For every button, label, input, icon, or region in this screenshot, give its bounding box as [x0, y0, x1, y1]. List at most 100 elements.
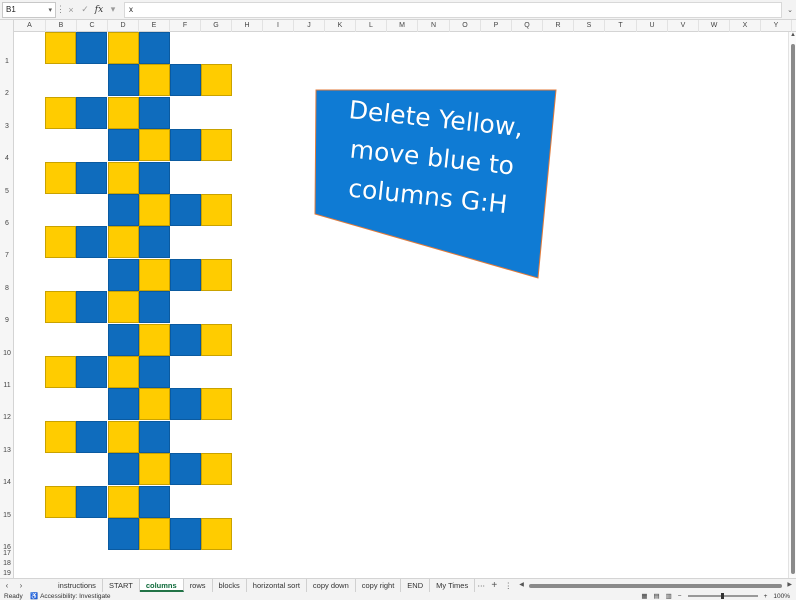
column-label[interactable]: S [574, 20, 605, 32]
blue-cell[interactable] [108, 324, 139, 356]
yellow-cell[interactable] [201, 518, 232, 550]
blue-cell[interactable] [108, 453, 139, 485]
row-label[interactable]: 15 [0, 512, 14, 519]
blue-cell[interactable] [139, 226, 170, 258]
yellow-cell[interactable] [108, 291, 139, 323]
column-label[interactable]: C [77, 20, 108, 32]
zoom-out-icon[interactable]: − [678, 593, 682, 600]
text-shape[interactable]: Delete Yellow, move blue to columns G:H [314, 89, 558, 279]
column-label[interactable]: G [201, 20, 232, 32]
column-label[interactable]: X [730, 20, 761, 32]
sheet-tab[interactable]: blocks [213, 579, 247, 592]
column-label[interactable]: B [46, 20, 77, 32]
blue-cell[interactable] [76, 162, 107, 194]
vertical-scrollbar[interactable]: ▲ [788, 32, 796, 578]
row-label[interactable]: 2 [0, 90, 14, 97]
blue-cell[interactable] [139, 421, 170, 453]
blue-cell[interactable] [139, 162, 170, 194]
blue-cell[interactable] [170, 324, 201, 356]
yellow-cell[interactable] [45, 421, 76, 453]
yellow-cell[interactable] [139, 259, 170, 291]
sheet-tab[interactable]: END [401, 579, 431, 592]
column-label[interactable]: T [605, 20, 637, 32]
zoom-in-icon[interactable]: + [764, 593, 768, 600]
row-label[interactable]: 10 [0, 350, 14, 357]
column-label[interactable]: U [637, 20, 668, 32]
yellow-cell[interactable] [108, 421, 139, 453]
worksheet-grid[interactable]: Delete Yellow, move blue to columns G:H [14, 32, 788, 578]
blue-cell[interactable] [170, 388, 201, 420]
blue-cell[interactable] [170, 64, 201, 96]
column-label[interactable]: H [232, 20, 263, 32]
row-label[interactable]: 14 [0, 479, 14, 486]
normal-view-icon[interactable]: ▦ [641, 592, 647, 600]
yellow-cell[interactable] [108, 486, 139, 518]
select-all-button[interactable] [0, 20, 14, 32]
column-label[interactable]: Q [512, 20, 543, 32]
yellow-cell[interactable] [45, 97, 76, 129]
column-label[interactable]: V [668, 20, 699, 32]
name-box[interactable]: B1 ▾ [2, 1, 56, 18]
yellow-cell[interactable] [139, 129, 170, 161]
column-label[interactable]: O [450, 20, 481, 32]
blue-cell[interactable] [108, 64, 139, 96]
chevron-down-icon[interactable]: ▾ [106, 4, 120, 15]
yellow-cell[interactable] [139, 518, 170, 550]
zoom-slider-knob[interactable] [720, 593, 724, 599]
yellow-cell[interactable] [45, 291, 76, 323]
blue-cell[interactable] [139, 291, 170, 323]
tab-scroll-right-icon[interactable]: › [14, 581, 28, 590]
row-label[interactable]: 5 [0, 188, 14, 195]
blue-cell[interactable] [76, 291, 107, 323]
sheet-tab[interactable]: rows [184, 579, 213, 592]
page-layout-icon[interactable]: ▤ [653, 592, 659, 600]
row-label[interactable]: 7 [0, 252, 14, 259]
blue-cell[interactable] [139, 486, 170, 518]
blue-cell[interactable] [170, 194, 201, 226]
column-label[interactable]: R [543, 20, 574, 32]
chevron-down-icon[interactable]: ▾ [48, 6, 52, 14]
yellow-cell[interactable] [139, 453, 170, 485]
column-label[interactable]: P [481, 20, 512, 32]
yellow-cell[interactable] [139, 194, 170, 226]
page-break-icon[interactable]: ▥ [666, 592, 672, 600]
row-label[interactable]: 17 [0, 550, 14, 557]
blue-cell[interactable] [108, 129, 139, 161]
yellow-cell[interactable] [108, 226, 139, 258]
zoom-level[interactable]: 100% [773, 593, 790, 600]
more-tabs-icon[interactable]: ⋯ [475, 581, 487, 590]
blue-cell[interactable] [170, 129, 201, 161]
sheet-tab-active[interactable]: columns [139, 579, 184, 592]
yellow-cell[interactable] [201, 324, 232, 356]
yellow-cell[interactable] [139, 388, 170, 420]
enter-icon[interactable]: ✓ [78, 4, 92, 15]
scroll-right-icon[interactable]: ▶ [787, 581, 792, 588]
yellow-cell[interactable] [108, 356, 139, 388]
yellow-cell[interactable] [201, 453, 232, 485]
yellow-cell[interactable] [139, 324, 170, 356]
scroll-left-icon[interactable]: ◀ [519, 581, 524, 588]
sheet-tab[interactable]: My Times [430, 579, 476, 592]
column-label[interactable]: W [699, 20, 730, 32]
blue-cell[interactable] [108, 388, 139, 420]
column-label[interactable]: L [356, 20, 387, 32]
yellow-cell[interactable] [45, 162, 76, 194]
insert-function-icon[interactable]: fx [92, 5, 106, 15]
blue-cell[interactable] [76, 32, 107, 64]
formula-input[interactable]: x [124, 1, 782, 18]
column-label[interactable]: I [263, 20, 294, 32]
row-label[interactable]: 3 [0, 123, 14, 130]
scroll-up-icon[interactable]: ▲ [789, 32, 796, 42]
yellow-cell[interactable] [201, 259, 232, 291]
yellow-cell[interactable] [108, 97, 139, 129]
yellow-cell[interactable] [45, 486, 76, 518]
blue-cell[interactable] [170, 259, 201, 291]
column-label[interactable]: J [294, 20, 325, 32]
blue-cell[interactable] [139, 32, 170, 64]
row-label[interactable]: 1 [0, 58, 14, 65]
column-label[interactable]: F [170, 20, 201, 32]
yellow-cell[interactable] [139, 64, 170, 96]
blue-cell[interactable] [76, 356, 107, 388]
blue-cell[interactable] [170, 518, 201, 550]
row-label[interactable]: 9 [0, 317, 14, 324]
